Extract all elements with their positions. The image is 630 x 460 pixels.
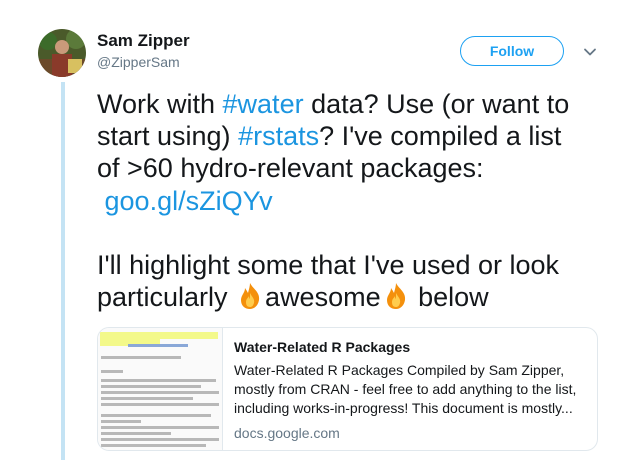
- card-thumbnail: [98, 328, 223, 450]
- tweet-text-span: particularly: [97, 282, 236, 313]
- thread-connector-line: [61, 82, 65, 460]
- card-domain: docs.google.com: [234, 425, 340, 441]
- chevron-down-icon[interactable]: [581, 43, 599, 61]
- tweet-text-span: below: [410, 282, 489, 313]
- follow-button[interactable]: Follow: [460, 36, 564, 66]
- fire-emoji-icon: [381, 281, 411, 311]
- author-handle[interactable]: @ZipperSam: [97, 54, 180, 70]
- short-url-link[interactable]: goo.gl/sZiQYv: [105, 186, 273, 216]
- tweet-line: Work with #water data? Use (or want to: [97, 88, 617, 120]
- avatar[interactable]: [38, 29, 86, 77]
- card-title: Water-Related R Packages: [234, 339, 411, 355]
- tweet-line: start using) #rstats? I've compiled a li…: [97, 120, 617, 152]
- tweet-line: I'll highlight some that I've used or lo…: [97, 249, 560, 280]
- card-body: Water-Related R Packages Water-Related R…: [234, 339, 584, 441]
- card-description: Water-Related R Packages Compiled by Sam…: [234, 362, 577, 416]
- fire-emoji-icon: [235, 281, 265, 311]
- hashtag-rstats-link[interactable]: #rstats: [238, 121, 319, 151]
- tweet-line: of >60 hydro-relevant packages:: [97, 153, 484, 184]
- link-preview-card[interactable]: Water-Related R Packages Water-Related R…: [97, 327, 598, 451]
- hashtag-water-link[interactable]: #water: [223, 89, 304, 119]
- tweet-line: particularly awesome below: [97, 281, 617, 313]
- tweet-text-span: start using): [97, 121, 239, 152]
- tweet-line: goo.gl/sZiQYv: [97, 185, 617, 217]
- tweet-text-span: ? I've compiled a list: [319, 121, 562, 152]
- author-name[interactable]: Sam Zipper: [97, 31, 190, 51]
- tweet-text-span: awesome: [265, 282, 381, 313]
- tweet-text: Work with #water data? Use (or want to s…: [97, 88, 617, 313]
- tweet-text-span: data? Use (or want to: [303, 89, 570, 119]
- tweet-text-span: Work with: [97, 89, 223, 119]
